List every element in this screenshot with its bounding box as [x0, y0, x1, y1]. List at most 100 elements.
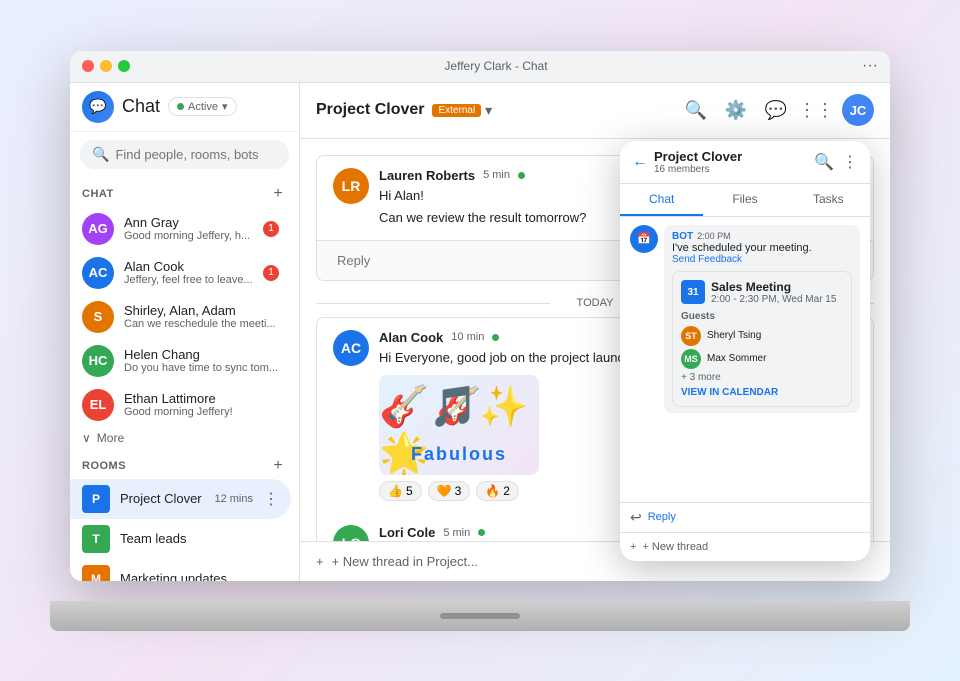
user-avatar[interactable]: JC: [842, 94, 874, 126]
room-item-project-clover[interactable]: P Project Clover 12 mins ⋮: [70, 479, 291, 519]
mobile-room-title: Project Clover: [654, 149, 808, 164]
more-chats-button[interactable]: ∨ More: [70, 427, 299, 449]
mobile-header: ← Project Clover 16 members 🔍 ⋮: [620, 141, 870, 184]
avatar: AG: [82, 213, 114, 245]
chevron-down-icon: ▾: [222, 100, 228, 113]
add-room-button[interactable]: +: [269, 457, 287, 475]
active-badge[interactable]: Active ▾: [168, 97, 237, 116]
bot-name-label: BOT: [672, 231, 693, 242]
tab-files[interactable]: Files: [703, 184, 786, 216]
chat-item-preview: Good morning Jeffery!: [124, 406, 279, 418]
calendar-card: 31 Sales Meeting 2:00 - 2:30 PM, Wed Mar…: [672, 271, 852, 407]
chat-item[interactable]: EL Ethan Lattimore Good morning Jeffery!: [70, 383, 291, 427]
chat-item[interactable]: HC Helen Chang Do you have time to sync …: [70, 339, 291, 383]
search-box[interactable]: 🔍: [80, 140, 289, 169]
guests-section: Guests ST Sheryl Tsing MS Max Sommer + 3…: [681, 311, 843, 383]
chat-item-name: Helen Chang: [124, 347, 279, 362]
message-time: 5 min: [483, 169, 510, 181]
room-name: Marketing updates: [120, 571, 279, 581]
feedback-link[interactable]: Send Feedback: [672, 254, 852, 265]
mobile-tabs: Chat Files Tasks: [620, 184, 870, 217]
chat-item-name: Ethan Lattimore: [124, 391, 279, 406]
chat-item-name: Ann Gray: [124, 215, 253, 230]
reaction-thumbsup[interactable]: 👍 5: [379, 481, 422, 501]
new-thread-label: + New thread: [642, 541, 708, 553]
chat-item-info: Alan Cook Jeffery, feel free to leave...: [124, 259, 253, 286]
rooms-section-label: ROOMS: [82, 460, 126, 472]
title-bar: Jeffery Clark - Chat ···: [70, 51, 890, 83]
room-item-marketing[interactable]: M Marketing updates: [70, 559, 291, 581]
guest-row: MS Max Sommer: [681, 349, 843, 369]
window-title: Jeffery Clark - Chat: [130, 59, 862, 73]
avatar: HC: [82, 345, 114, 377]
reaction-heart[interactable]: 🧡 3: [428, 481, 471, 501]
online-indicator: [518, 172, 525, 179]
bot-message-text: I've scheduled your meeting.: [672, 242, 852, 254]
back-button[interactable]: ←: [632, 153, 648, 171]
reaction-count: 3: [455, 484, 462, 498]
chat-item[interactable]: AC Alan Cook Jeffery, feel free to leave…: [70, 251, 291, 295]
online-indicator: [478, 529, 485, 536]
avatar: AC: [82, 257, 114, 289]
more-options-icon[interactable]: ···: [862, 57, 878, 75]
laptop-base: [50, 601, 910, 631]
more-guests-label: + 3 more: [681, 372, 843, 383]
add-chat-button[interactable]: +: [269, 185, 287, 203]
new-thread-label: + New thread in Project...: [332, 554, 478, 569]
avatar: S: [82, 301, 114, 333]
chat-section-label: CHAT: [82, 188, 114, 200]
mobile-overlay: ← Project Clover 16 members 🔍 ⋮ Chat Fil…: [620, 141, 870, 561]
chat-icon[interactable]: 💬: [762, 96, 790, 124]
chat-item-info: Helen Chang Do you have time to sync tom…: [124, 347, 279, 374]
room-name: Team leads: [120, 531, 279, 546]
chat-item-preview: Do you have time to sync tom...: [124, 362, 279, 374]
room-item-team-leads[interactable]: T Team leads: [70, 519, 291, 559]
guests-label: Guests: [681, 311, 843, 322]
room-options-icon[interactable]: ⋮: [263, 489, 279, 509]
mobile-footer: ↩ Reply: [620, 502, 870, 532]
settings-icon[interactable]: ⚙️: [722, 96, 750, 124]
unread-badge: 1: [263, 221, 279, 237]
chevron-down-icon: ∨: [82, 431, 91, 445]
guest-name: Sheryl Tsing: [707, 330, 761, 341]
tab-chat[interactable]: Chat: [620, 184, 703, 216]
sidebar-header: 💬 Chat Active ▾: [70, 83, 299, 132]
avatar: EL: [82, 389, 114, 421]
chat-item-info: Ethan Lattimore Good morning Jeffery!: [124, 391, 279, 418]
bot-avatar-mobile: 📅: [630, 225, 658, 253]
reply-label[interactable]: Reply: [648, 511, 676, 523]
view-calendar-link[interactable]: VIEW IN CALENDAR: [681, 387, 843, 398]
chat-item-info: Shirley, Alan, Adam Can we reschedule th…: [124, 303, 279, 330]
tab-tasks[interactable]: Tasks: [787, 184, 870, 216]
mobile-body: 📅 BOT 2:00 PM I've scheduled your meetin…: [620, 217, 870, 502]
close-button[interactable]: [82, 60, 94, 72]
message-time: 10 min: [451, 331, 484, 343]
chat-logo: 💬: [82, 91, 114, 123]
active-dot-icon: [177, 103, 184, 110]
bot-time-label: 2:00 PM: [697, 231, 731, 241]
message-author: Alan Cook: [379, 330, 443, 345]
avatar: LC: [333, 525, 369, 541]
apps-icon[interactable]: ⋮⋮: [802, 96, 830, 124]
message-time: 5 min: [443, 527, 470, 539]
mobile-bot-message: 📅 BOT 2:00 PM I've scheduled your meetin…: [630, 225, 860, 413]
event-title: Sales Meeting: [711, 280, 836, 294]
mobile-new-thread[interactable]: + + New thread: [620, 532, 870, 561]
chat-item[interactable]: S Shirley, Alan, Adam Can we reschedule …: [70, 295, 291, 339]
mobile-search-icon[interactable]: 🔍: [814, 152, 834, 172]
chat-logo-icon: 💬: [89, 98, 106, 115]
reaction-fire[interactable]: 🔥 2: [476, 481, 519, 501]
maximize-button[interactable]: [118, 60, 130, 72]
minimize-button[interactable]: [100, 60, 112, 72]
reaction-count: 2: [503, 484, 510, 498]
event-time: 2:00 - 2:30 PM, Wed Mar 15: [711, 294, 836, 305]
guest-name: Max Sommer: [707, 353, 766, 364]
reply-icon[interactable]: ↩: [630, 509, 642, 526]
chat-item[interactable]: AG Ann Gray Good morning Jeffery, h... 1: [70, 207, 291, 251]
search-icon[interactable]: 🔍: [682, 96, 710, 124]
mobile-more-icon[interactable]: ⋮: [842, 152, 858, 172]
chat-item-preview: Jeffery, feel free to leave...: [124, 274, 253, 286]
chevron-down-icon[interactable]: ▾: [485, 102, 492, 119]
search-input[interactable]: [115, 147, 277, 162]
plus-icon: +: [316, 554, 324, 569]
